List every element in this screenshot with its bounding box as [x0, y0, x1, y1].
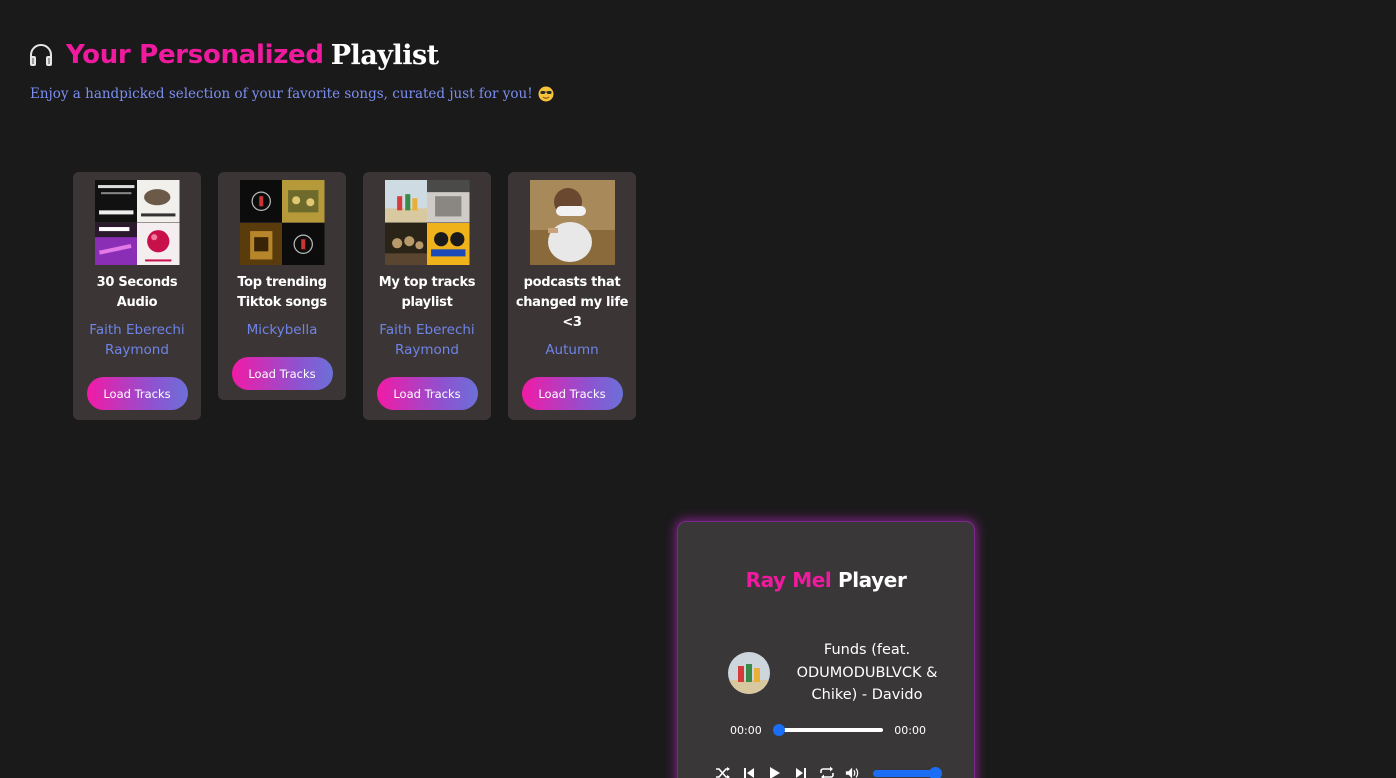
- cover-tile: [239, 222, 282, 265]
- cover-tile: [282, 180, 325, 223]
- playlist-owner: Faith Eberechi Raymond: [379, 322, 475, 358]
- page: Your Personalized Playlist Enjoy a handp…: [0, 0, 1396, 778]
- playlist-card: Top trending Tiktok songs Mickybella Loa…: [218, 172, 346, 400]
- playlist-card: 30 Seconds Audio Faith Eberechi Raymond …: [73, 172, 201, 420]
- play-icon[interactable]: [767, 765, 783, 778]
- player-title-highlight: Ray Mel: [745, 568, 832, 592]
- load-tracks-button[interactable]: Load Tracks: [231, 357, 333, 390]
- playlist-title: 30 Seconds Audio: [96, 275, 178, 310]
- playlist-owner: Faith Eberechi Raymond: [89, 322, 185, 358]
- cover-tile: [282, 222, 325, 265]
- playlist-owner: Mickybella: [246, 322, 318, 338]
- playlist-title: My top tracks playlist: [378, 275, 476, 310]
- shuffle-icon[interactable]: [715, 765, 731, 778]
- volume-thumb[interactable]: [929, 766, 942, 778]
- cover-tile: [239, 180, 282, 223]
- volume-slider[interactable]: [873, 766, 942, 778]
- cover-tile: [137, 222, 180, 265]
- seek-slider[interactable]: [772, 724, 884, 736]
- player-controls: [715, 765, 942, 778]
- track-title: Funds (feat. ODUMODUBLVCK & Chike) - Dav…: [796, 642, 938, 703]
- playlist-grid: 30 Seconds Audio Faith Eberechi Raymond …: [73, 172, 636, 420]
- subtitle-text: Enjoy a handpicked selection of your fav…: [30, 86, 533, 102]
- load-tracks-button[interactable]: Load Tracks: [86, 377, 188, 410]
- cover-image: [529, 180, 615, 265]
- page-header: Your Personalized Playlist Enjoy a handp…: [27, 38, 554, 102]
- volume-icon[interactable]: [845, 765, 861, 778]
- player-title-rest: Player: [837, 568, 907, 592]
- cover-tile: [94, 180, 137, 223]
- player-title: Ray Mel Player: [678, 568, 974, 592]
- repeat-icon[interactable]: [819, 765, 835, 778]
- title-highlight: Your Personalized: [66, 40, 324, 70]
- playlist-title: Top trending Tiktok songs: [237, 275, 327, 310]
- headphones-icon: [30, 44, 52, 66]
- previous-icon[interactable]: [741, 765, 757, 778]
- cover-tile: [427, 180, 470, 223]
- sunglasses-emoji-icon: [538, 86, 554, 102]
- playlist-cover: [529, 180, 615, 265]
- load-tracks-button[interactable]: Load Tracks: [376, 377, 478, 410]
- now-playing: Funds (feat. ODUMODUBLVCK & Chike) - Dav…: [728, 639, 958, 707]
- seek-thumb[interactable]: [772, 724, 785, 736]
- title-rest: Playlist: [330, 39, 439, 71]
- cover-tile: [427, 222, 470, 265]
- cover-tile: [384, 180, 427, 223]
- cover-tile: [94, 222, 137, 265]
- progress-row: 00:00 00:00: [730, 722, 926, 738]
- music-player: Ray Mel Player Funds (feat. ODUMODUBLVCK…: [677, 521, 975, 778]
- playlist-card: podcasts that changed my life <3 Autumn …: [508, 172, 636, 420]
- cover-tile: [137, 180, 180, 223]
- track-artwork-image: [728, 651, 770, 694]
- current-time: 00:00: [730, 723, 762, 737]
- page-title: Your Personalized Playlist: [27, 38, 554, 72]
- playlist-cover: [239, 180, 325, 265]
- cover-tile: [384, 222, 427, 265]
- load-tracks-button[interactable]: Load Tracks: [521, 377, 623, 410]
- playlist-card: My top tracks playlist Faith Eberechi Ra…: [363, 172, 491, 420]
- next-icon[interactable]: [793, 765, 809, 778]
- playlist-owner: Autumn: [545, 342, 599, 358]
- playlist-cover: [384, 180, 470, 265]
- track-artwork: [728, 651, 770, 694]
- duration-time: 00:00: [894, 723, 926, 737]
- playlist-title: podcasts that changed my life <3: [515, 275, 629, 330]
- page-subtitle: Enjoy a handpicked selection of your fav…: [30, 86, 554, 102]
- playlist-cover: [94, 180, 180, 265]
